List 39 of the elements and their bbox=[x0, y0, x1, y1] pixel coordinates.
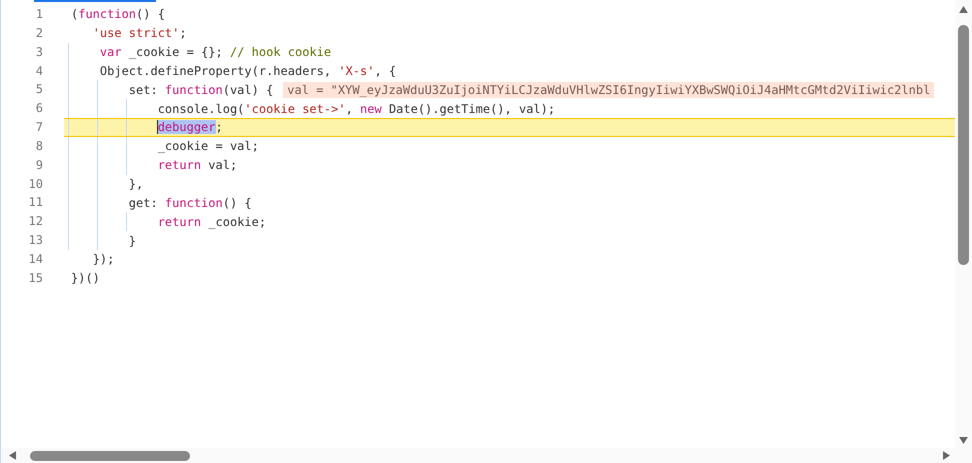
code-line: } bbox=[128, 232, 136, 249]
code-line: })() bbox=[71, 270, 100, 286]
line-number: 8 bbox=[34, 138, 43, 155]
scroll-down-icon[interactable] bbox=[959, 437, 968, 444]
code-line: (function() { bbox=[71, 6, 165, 22]
scroll-up-icon[interactable] bbox=[959, 6, 968, 13]
line-number: 3 bbox=[34, 44, 43, 61]
line-number: 10 bbox=[28, 176, 43, 193]
line-number: 1 bbox=[34, 6, 43, 23]
code-line: Object.defineProperty(r.headers, 'X-s', { bbox=[98, 62, 396, 79]
line-number: 2 bbox=[34, 24, 43, 42]
inline-value: val = "XYW_eyJzaWduU3ZuIjoiNTYiLCJzaWduVHlwZSI6IngyIiwiYXBwSWQiOiJ4aHMtcGMtd2ViIiwic2lnbl bbox=[283, 82, 934, 98]
code-line: }); bbox=[92, 251, 114, 268]
code-line: return _cookie; bbox=[156, 214, 266, 230]
code-line: }, bbox=[128, 176, 144, 192]
line-number: 6 bbox=[34, 100, 43, 118]
line-number: 12 bbox=[28, 213, 43, 230]
code-line: debugger; bbox=[156, 119, 223, 136]
code-line: _cookie = val; bbox=[156, 138, 259, 154]
horizontal-scrollbar[interactable] bbox=[1, 448, 972, 463]
line-number: 15 bbox=[28, 270, 43, 287]
line-number: 14 bbox=[28, 250, 43, 268]
line-number: 9 bbox=[34, 156, 43, 174]
code-line: 'use strict'; bbox=[92, 25, 187, 42]
code-line: return val; bbox=[156, 157, 238, 174]
line-number: 13 bbox=[28, 232, 43, 250]
line-number: 11 bbox=[28, 194, 43, 212]
line-number: 7 bbox=[34, 119, 43, 136]
code-line: get: function() { bbox=[128, 194, 252, 211]
scrollbar-thumb[interactable] bbox=[30, 450, 190, 460]
scroll-left-icon[interactable] bbox=[9, 451, 16, 460]
code-line: var _cookie = {}; // hook cookie bbox=[98, 44, 332, 60]
scrollbar-thumb[interactable] bbox=[958, 25, 969, 265]
line-number: 4 bbox=[34, 62, 43, 80]
code-line: console.log('cookie set->', new Date().getTime(), val); bbox=[156, 100, 556, 117]
scroll-right-icon[interactable] bbox=[943, 451, 950, 460]
line-number: 5 bbox=[34, 81, 43, 98]
code-line: set: function(val) { bbox=[128, 82, 274, 98]
vertical-scrollbar[interactable] bbox=[955, 0, 972, 448]
